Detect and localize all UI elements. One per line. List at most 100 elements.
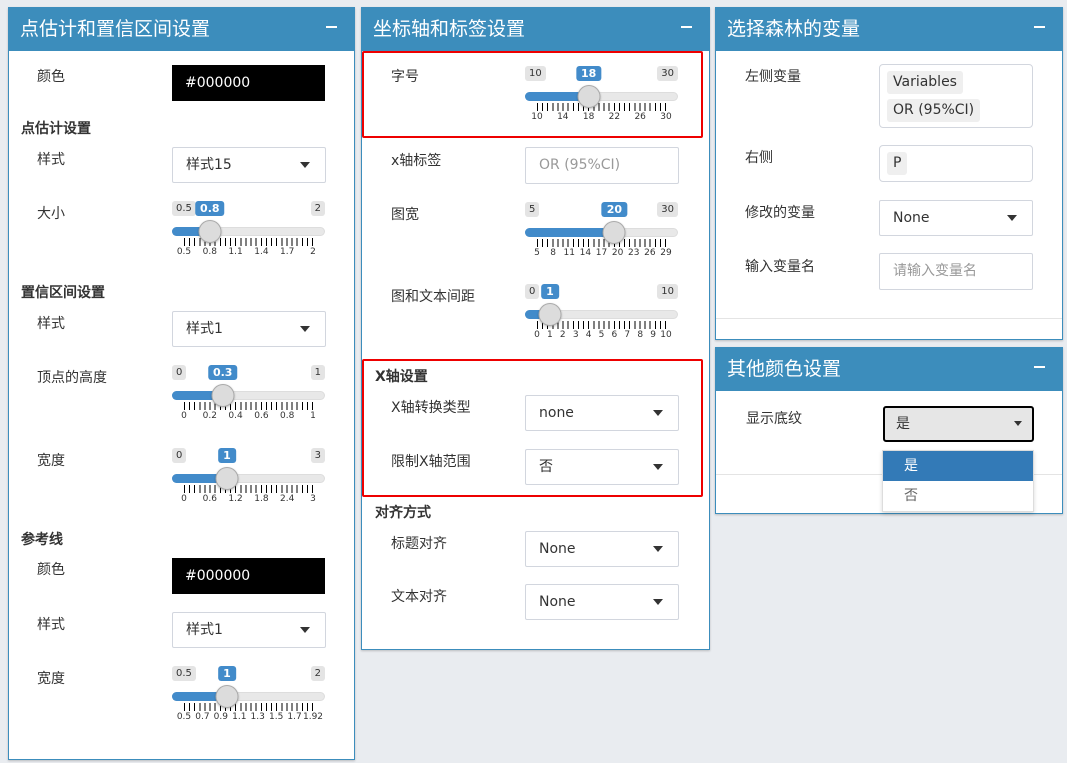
title-align-select[interactable]: None bbox=[525, 531, 679, 567]
modified-var-value: None bbox=[893, 210, 930, 226]
fig-width-slider[interactable]: 5 30 20 5 8 11 14 17 20 23 26 29 bbox=[525, 202, 678, 262]
slider-handle[interactable] bbox=[198, 220, 222, 243]
slider-tick-label: 1.3 bbox=[250, 712, 265, 722]
ci-vertex-label: 顶点的高度 bbox=[37, 370, 107, 386]
panel-title: 其他颜色设置 bbox=[727, 358, 842, 380]
ci-style-value: 样式1 bbox=[186, 321, 223, 337]
ref-color-label: 颜色 bbox=[37, 562, 65, 578]
highlight-font-size bbox=[362, 51, 703, 138]
slider-tick-label: 2.4 bbox=[280, 494, 295, 504]
slider-value-badge: 1 bbox=[218, 666, 236, 681]
selected-tag[interactable]: OR (95%CI) bbox=[887, 99, 981, 122]
panel-header: 选择森林的变量 bbox=[716, 8, 1062, 51]
slider-max-label: 2 bbox=[310, 666, 325, 681]
chevron-down-icon bbox=[300, 326, 310, 332]
ci-style-select[interactable]: 样式1 bbox=[172, 311, 326, 347]
slider-min-label: 5 bbox=[525, 202, 540, 217]
collapse-icon[interactable] bbox=[322, 15, 342, 37]
slider-tick-label: 1.7 bbox=[287, 712, 302, 722]
slider-max-label: 10 bbox=[657, 284, 678, 299]
xlabel-label: x轴标签 bbox=[391, 153, 442, 169]
slider-tick-label: 0.2 bbox=[202, 411, 217, 421]
selected-tag[interactable]: Variables bbox=[887, 71, 963, 94]
slider-handle[interactable] bbox=[215, 467, 239, 490]
slider-handle[interactable] bbox=[215, 685, 239, 708]
slider-handle[interactable] bbox=[211, 384, 235, 407]
slider-tick-label: 1 bbox=[547, 330, 553, 340]
title-align-value: None bbox=[539, 541, 576, 557]
panel-title: 选择森林的变量 bbox=[727, 18, 861, 40]
ref-section-heading: 参考线 bbox=[21, 532, 63, 548]
slider-value-badge: 20 bbox=[601, 202, 628, 217]
collapse-icon[interactable] bbox=[1030, 15, 1050, 37]
modified-var-label: 修改的变量 bbox=[745, 205, 815, 221]
text-align-select[interactable]: None bbox=[525, 584, 679, 620]
gap-slider[interactable]: 0 10 1 0 1 2 3 4 5 6 7 8 9 10 bbox=[525, 284, 678, 344]
slider-tick-label: 17 bbox=[595, 248, 608, 258]
slider-tick-label: 23 bbox=[628, 248, 640, 258]
slider-handle[interactable] bbox=[538, 303, 562, 326]
slider-tick-label: 0.8 bbox=[202, 247, 217, 257]
left-var-select[interactable]: Variables OR (95%CI) bbox=[879, 64, 1033, 128]
panel-header: 点估计和置信区间设置 bbox=[9, 8, 354, 51]
slider-min-label: 0 bbox=[525, 284, 540, 299]
slider-min-label: 0.5 bbox=[172, 201, 196, 216]
point-style-select[interactable]: 样式15 bbox=[172, 147, 326, 183]
slider-max-label: 2 bbox=[310, 201, 325, 216]
slider-tick-label: 2 bbox=[559, 330, 566, 340]
chevron-down-icon bbox=[653, 599, 663, 605]
right-var-select[interactable]: P bbox=[879, 145, 1033, 182]
chevron-down-icon bbox=[1007, 215, 1017, 221]
slider-tick-label: 1 bbox=[310, 411, 316, 421]
slider-tick-label: 1.2 bbox=[228, 494, 243, 504]
slider-tick-label: 7 bbox=[624, 330, 631, 340]
color-label: 颜色 bbox=[37, 69, 65, 85]
slider-tick-label: 9 bbox=[650, 330, 656, 340]
slider-tick-label: 5 bbox=[534, 248, 540, 258]
slider-tick-label: 1.1 bbox=[228, 247, 243, 257]
slider-tick-label: 26 bbox=[644, 248, 656, 258]
collapse-icon[interactable] bbox=[1030, 355, 1050, 377]
slider-tick-labels: 0 0.6 1.2 1.8 2.4 3 bbox=[172, 494, 325, 508]
shading-label: 显示底纹 bbox=[746, 411, 802, 427]
slider-tick-label: 8 bbox=[637, 330, 644, 340]
selected-tag[interactable]: P bbox=[887, 152, 908, 175]
ref-width-slider[interactable]: 0.5 2 1 0.5 0.7 0.9 1.1 1.3 1.5 1.7 1.92 bbox=[172, 666, 325, 726]
point-size-slider[interactable]: 0.5 2 0.8 0.5 0.8 1.1 1.4 1.7 2 bbox=[172, 201, 325, 261]
ref-width-label: 宽度 bbox=[37, 671, 65, 687]
rename-input[interactable]: 请输入变量名 bbox=[879, 253, 1033, 290]
slider-tick-label: 0.5 bbox=[176, 247, 192, 257]
slider-tick-label: 0.5 bbox=[176, 712, 192, 722]
slider-max-label: 3 bbox=[310, 448, 325, 463]
dropdown-option-no[interactable]: 否 bbox=[883, 481, 1033, 511]
ref-style-select[interactable]: 样式1 bbox=[172, 612, 326, 648]
ci-vertex-slider[interactable]: 0 1 0.3 0 0.2 0.4 0.6 0.8 1 bbox=[172, 365, 325, 425]
slider-value-badge: 1 bbox=[541, 284, 559, 299]
shading-select[interactable]: 是 bbox=[883, 406, 1034, 442]
chevron-down-icon bbox=[1014, 421, 1022, 426]
slider-max-label: 1 bbox=[310, 365, 325, 380]
slider-tick-label: 3 bbox=[572, 330, 579, 340]
slider-ticks bbox=[184, 703, 313, 711]
text-align-value: None bbox=[539, 594, 576, 610]
slider-tick-label: 2 bbox=[310, 247, 316, 257]
ref-color-input[interactable]: #000000 bbox=[172, 558, 325, 594]
gap-label: 图和文本间距 bbox=[391, 289, 475, 305]
slider-tick-label: 4 bbox=[585, 330, 592, 340]
dropdown-option-yes[interactable]: 是 bbox=[883, 451, 1033, 481]
slider-ticks bbox=[537, 239, 666, 247]
ci-width-slider[interactable]: 0 3 1 0 0.6 1.2 1.8 2.4 3 bbox=[172, 448, 325, 508]
slider-value-badge: 1 bbox=[218, 448, 236, 463]
slider-tick-label: 0.6 bbox=[254, 411, 269, 421]
collapse-icon[interactable] bbox=[677, 15, 697, 37]
xlabel-input[interactable]: OR (95%CI) bbox=[525, 147, 679, 184]
left-var-label: 左侧变量 bbox=[745, 69, 801, 85]
slider-handle[interactable] bbox=[602, 221, 626, 244]
chevron-down-icon bbox=[300, 162, 310, 168]
slider-tick-labels: 0 1 2 3 4 5 6 7 8 9 10 bbox=[525, 330, 678, 344]
ci-section-heading: 置信区间设置 bbox=[21, 285, 105, 301]
modified-var-select[interactable]: None bbox=[879, 200, 1033, 236]
chevron-down-icon bbox=[653, 546, 663, 552]
color-input[interactable]: #000000 bbox=[172, 65, 325, 101]
slider-tick-label: 0.7 bbox=[195, 712, 210, 722]
